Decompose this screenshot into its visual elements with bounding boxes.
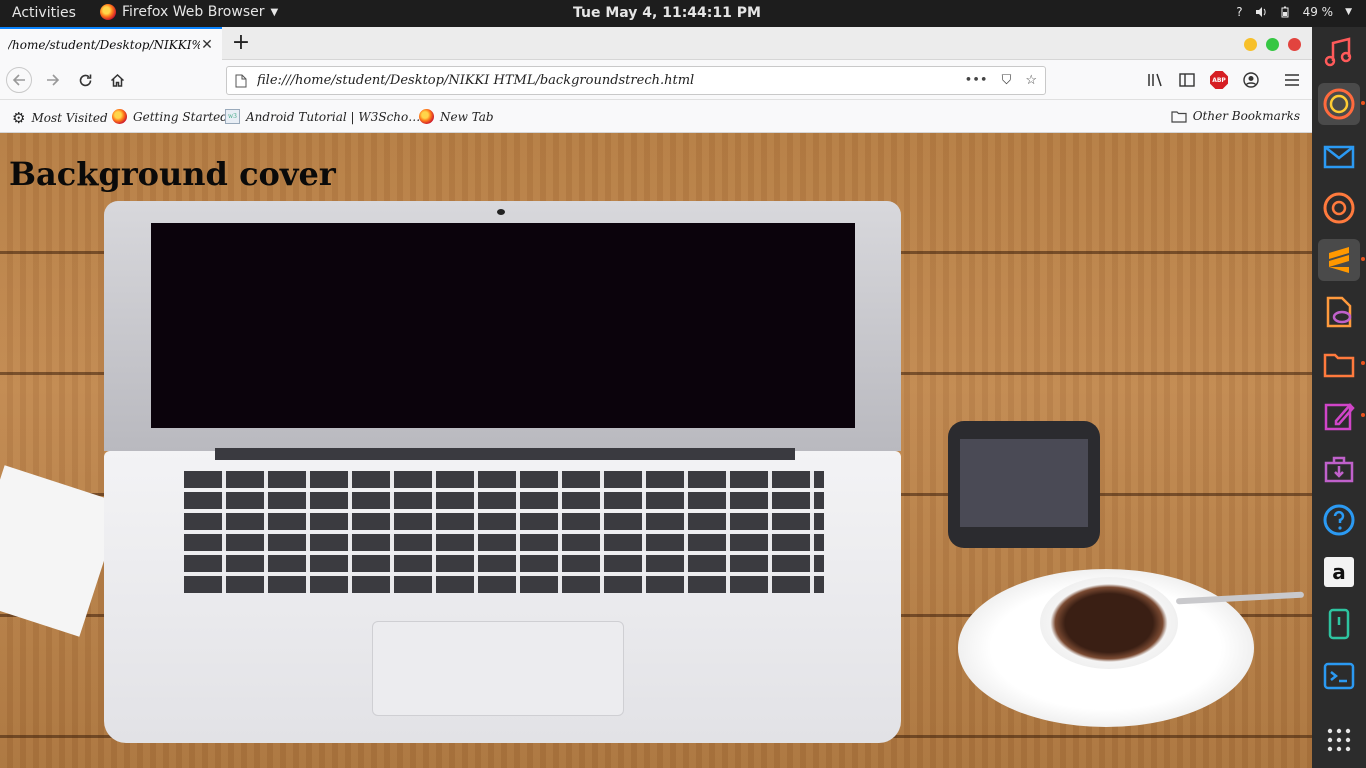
activities-button[interactable]: Activities bbox=[12, 5, 76, 21]
shutter-icon[interactable] bbox=[1318, 187, 1360, 229]
running-indicator bbox=[1361, 101, 1365, 105]
help-indicator[interactable]: ? bbox=[1236, 5, 1242, 19]
document-viewer-icon[interactable] bbox=[1318, 291, 1360, 333]
adblock-icon: ABP bbox=[1210, 71, 1228, 89]
terminal-icon[interactable] bbox=[1318, 655, 1360, 697]
bookmark-star-icon[interactable]: ☆ bbox=[1025, 73, 1037, 88]
other-bookmarks-label: Other Bookmarks bbox=[1192, 109, 1300, 123]
chevron-down-icon: ▼ bbox=[1345, 7, 1352, 17]
app-menu[interactable]: Firefox Web Browser ▼ bbox=[100, 4, 278, 20]
laptop-photo bbox=[104, 201, 901, 451]
help-icon[interactable] bbox=[1318, 499, 1360, 541]
bookmark-new-tab[interactable]: New Tab bbox=[419, 109, 494, 124]
w3schools-icon: w3 bbox=[225, 109, 240, 124]
firefox-icon[interactable] bbox=[1318, 83, 1365, 125]
laptop-keyboard bbox=[184, 471, 824, 596]
arrow-right-icon bbox=[47, 74, 60, 86]
firefox-icon bbox=[112, 109, 127, 124]
thunderbird-icon[interactable] bbox=[1318, 135, 1360, 177]
running-indicator bbox=[1361, 257, 1365, 261]
laptop-hinge bbox=[215, 448, 795, 460]
other-bookmarks[interactable]: Other Bookmarks bbox=[1171, 109, 1300, 123]
folder-icon bbox=[1171, 110, 1187, 123]
phone-screen bbox=[960, 439, 1088, 527]
page-viewport: Background cover bbox=[0, 133, 1312, 768]
phone-photo bbox=[948, 421, 1100, 548]
home-icon bbox=[110, 73, 124, 87]
minimize-button[interactable] bbox=[1244, 38, 1257, 51]
page-heading: Background cover bbox=[9, 155, 336, 193]
url-text[interactable]: file:///home/student/Desktop/NIKKI HTML/… bbox=[257, 73, 951, 88]
bookmark-label: Most Visited bbox=[31, 111, 108, 125]
sublime-icon[interactable] bbox=[1318, 239, 1365, 281]
tab-strip: /home/student/Desktop/NIKKI%2 ✕ + bbox=[0, 27, 1312, 60]
bookmark-getting-started[interactable]: Getting Started bbox=[112, 109, 228, 124]
app-menu-label: Firefox Web Browser bbox=[122, 4, 265, 20]
arrow-left-icon bbox=[12, 74, 25, 86]
tab-active[interactable]: /home/student/Desktop/NIKKI%2 ✕ bbox=[0, 27, 222, 60]
amazon-icon[interactable]: a bbox=[1318, 551, 1360, 593]
laptop-camera bbox=[497, 209, 505, 215]
laptop-screen bbox=[151, 223, 855, 428]
close-window-button[interactable] bbox=[1288, 38, 1301, 51]
bookmark-label: Android Tutorial | W3Scho… bbox=[246, 109, 421, 124]
laptop-keyboard-deck bbox=[104, 451, 901, 743]
volume-icon bbox=[1255, 7, 1266, 17]
show-apps-icon[interactable] bbox=[1318, 719, 1360, 761]
tab-title: /home/student/Desktop/NIKKI%2 bbox=[8, 37, 200, 52]
page-icon bbox=[235, 74, 247, 87]
bookmark-android-tutorial[interactable]: w3 Android Tutorial | W3Scho… bbox=[225, 109, 420, 124]
pocket-icon[interactable]: ⛉ bbox=[1002, 73, 1012, 88]
back-button[interactable] bbox=[6, 67, 32, 93]
rhythmbox-icon[interactable] bbox=[1318, 31, 1360, 73]
laptop-trackpad bbox=[372, 621, 624, 716]
usb-icon[interactable] bbox=[1318, 603, 1360, 645]
url-bar[interactable]: file:///home/student/Desktop/NIKKI HTML/… bbox=[226, 66, 1046, 95]
bookmark-most-visited[interactable]: ⚙ Most Visited bbox=[12, 109, 108, 127]
text-editor-icon[interactable] bbox=[1318, 395, 1365, 437]
adblock-plus-button[interactable]: ABP bbox=[1209, 70, 1229, 90]
battery-percent: 49 % bbox=[1302, 5, 1334, 19]
running-indicator bbox=[1361, 361, 1365, 365]
account-icon[interactable] bbox=[1241, 70, 1261, 90]
chevron-down-icon: ▼ bbox=[270, 6, 279, 18]
bookmark-label: Getting Started bbox=[133, 109, 228, 124]
navigation-toolbar: file:///home/student/Desktop/NIKKI HTML/… bbox=[0, 60, 1312, 100]
firefox-icon bbox=[419, 109, 434, 124]
battery-icon bbox=[1281, 6, 1289, 18]
gear-icon: ⚙ bbox=[12, 109, 26, 127]
hamburger-menu-icon[interactable] bbox=[1282, 70, 1302, 90]
home-button[interactable] bbox=[104, 67, 130, 93]
firefox-icon bbox=[100, 4, 116, 20]
page-actions-icon[interactable]: ••• bbox=[965, 73, 988, 88]
forward-button[interactable] bbox=[40, 67, 66, 93]
bookmarks-toolbar: ⚙ Most Visited Getting Started w3 Androi… bbox=[0, 100, 1312, 133]
coffee-cup-photo bbox=[1040, 577, 1178, 669]
system-top-bar: Activities Firefox Web Browser ▼ Tue May… bbox=[0, 0, 1366, 27]
new-tab-button[interactable]: + bbox=[230, 32, 252, 55]
status-menu[interactable]: ? 49 % ▼ bbox=[1236, 5, 1352, 19]
software-icon[interactable] bbox=[1318, 447, 1360, 489]
sidebar-icon[interactable] bbox=[1177, 70, 1197, 90]
library-icon[interactable] bbox=[1146, 70, 1166, 90]
ubuntu-dock: a bbox=[1312, 27, 1366, 768]
maximize-button[interactable] bbox=[1266, 38, 1279, 51]
firefox-window: /home/student/Desktop/NIKKI%2 ✕ + file:/… bbox=[0, 27, 1312, 768]
clock[interactable]: Tue May 4, 11:44:11 PM bbox=[573, 5, 761, 21]
running-indicator bbox=[1361, 413, 1365, 417]
reload-icon bbox=[79, 74, 91, 86]
files-icon[interactable] bbox=[1318, 343, 1365, 385]
bookmark-label: New Tab bbox=[440, 109, 494, 124]
reload-button[interactable] bbox=[72, 67, 98, 93]
close-tab-icon[interactable]: ✕ bbox=[200, 38, 214, 52]
